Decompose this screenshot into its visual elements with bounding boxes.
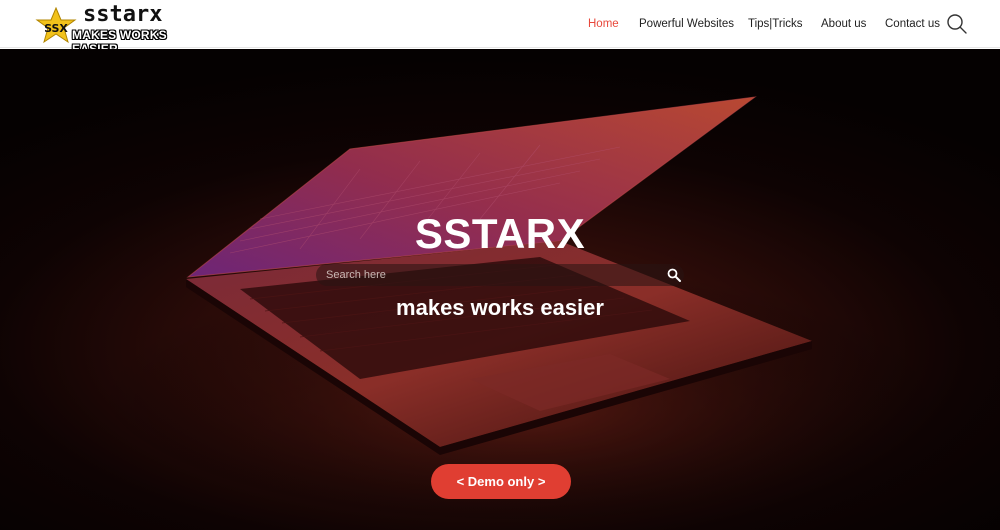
- nav-contact-us[interactable]: Contact us: [885, 16, 940, 32]
- hero-section: SSTARX makes works easier < Demo only >: [0, 49, 1000, 530]
- hero-title: SSTARX: [414, 210, 586, 257]
- hero-search-bar: [316, 264, 684, 286]
- nav-about-us[interactable]: About us: [821, 16, 866, 32]
- hero-subtitle: makes works easier: [396, 295, 604, 320]
- nav-home[interactable]: Home: [588, 16, 619, 32]
- search-icon[interactable]: [946, 13, 968, 35]
- nav-tips-tricks[interactable]: Tips|Tricks: [748, 16, 803, 32]
- nav-powerful-websites[interactable]: Powerful Websites: [639, 16, 734, 32]
- laptop-background-image: [100, 96, 940, 519]
- main-nav: Home Powerful Websites Tips|Tricks About…: [0, 16, 1000, 34]
- demo-button[interactable]: < Demo only >: [431, 464, 571, 499]
- hero-search-input[interactable]: [324, 266, 654, 284]
- site-header: SSX sstarx MAKES WORKS EASIER Home Power…: [0, 0, 1000, 56]
- search-icon[interactable]: [666, 267, 682, 283]
